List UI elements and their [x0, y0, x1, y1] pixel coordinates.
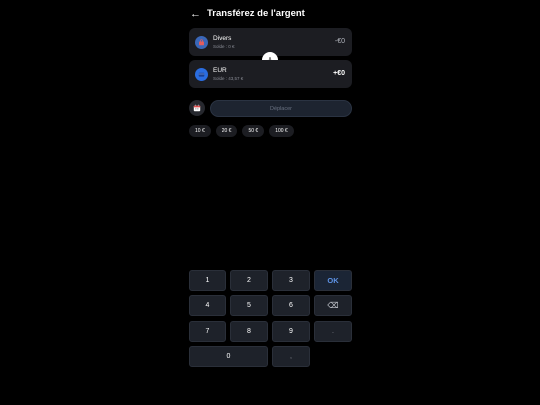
key-7[interactable]: 7 — [189, 321, 226, 342]
decimal-key[interactable]: . — [314, 321, 352, 342]
to-account-balance: Solde : 43,57 € — [213, 76, 244, 81]
key-6[interactable]: 6 — [272, 295, 310, 316]
transfer-screen: ← Transférez de l'argent Divers Solde : … — [0, 0, 540, 405]
to-account-name: EUR — [213, 67, 227, 74]
back-arrow-icon[interactable]: ← — [190, 7, 201, 21]
ok-key[interactable]: OK — [314, 270, 352, 291]
key-5[interactable]: 5 — [230, 295, 268, 316]
key-1[interactable]: 1 — [189, 270, 226, 291]
card-icon — [195, 68, 208, 81]
comma-key[interactable]: , — [272, 346, 310, 367]
page-title: Transférez de l'argent — [207, 8, 305, 19]
move-button[interactable]: Déplacer — [210, 100, 352, 117]
key-0[interactable]: 0 — [189, 346, 268, 367]
key-9[interactable]: 9 — [272, 321, 310, 342]
key-8[interactable]: 8 — [230, 321, 268, 342]
quick-amount-20[interactable]: 20 € — [215, 125, 238, 137]
quick-amounts: 10 € 20 € 50 € 100 € — [189, 125, 299, 137]
to-amount: +€0 — [333, 70, 345, 77]
quick-amount-100[interactable]: 100 € — [269, 125, 294, 137]
key-4[interactable]: 4 — [189, 295, 226, 316]
backspace-key[interactable]: ⌫ — [314, 295, 352, 316]
key-3[interactable]: 3 — [272, 270, 310, 291]
date-picker-button[interactable] — [189, 100, 205, 116]
bag-icon — [195, 36, 208, 49]
from-amount: -€0 — [334, 38, 345, 45]
header: ← Transférez de l'argent — [190, 7, 305, 21]
quick-amount-50[interactable]: 50 € — [242, 125, 265, 137]
calendar-icon — [193, 104, 201, 112]
from-account-name: Divers — [213, 35, 232, 42]
to-account-card[interactable]: EUR Solde : 43,57 € +€0 — [189, 60, 352, 88]
quick-amount-10[interactable]: 10 € — [189, 125, 211, 137]
from-account-balance: Solde : 0 € — [213, 44, 235, 49]
key-2[interactable]: 2 — [230, 270, 268, 291]
